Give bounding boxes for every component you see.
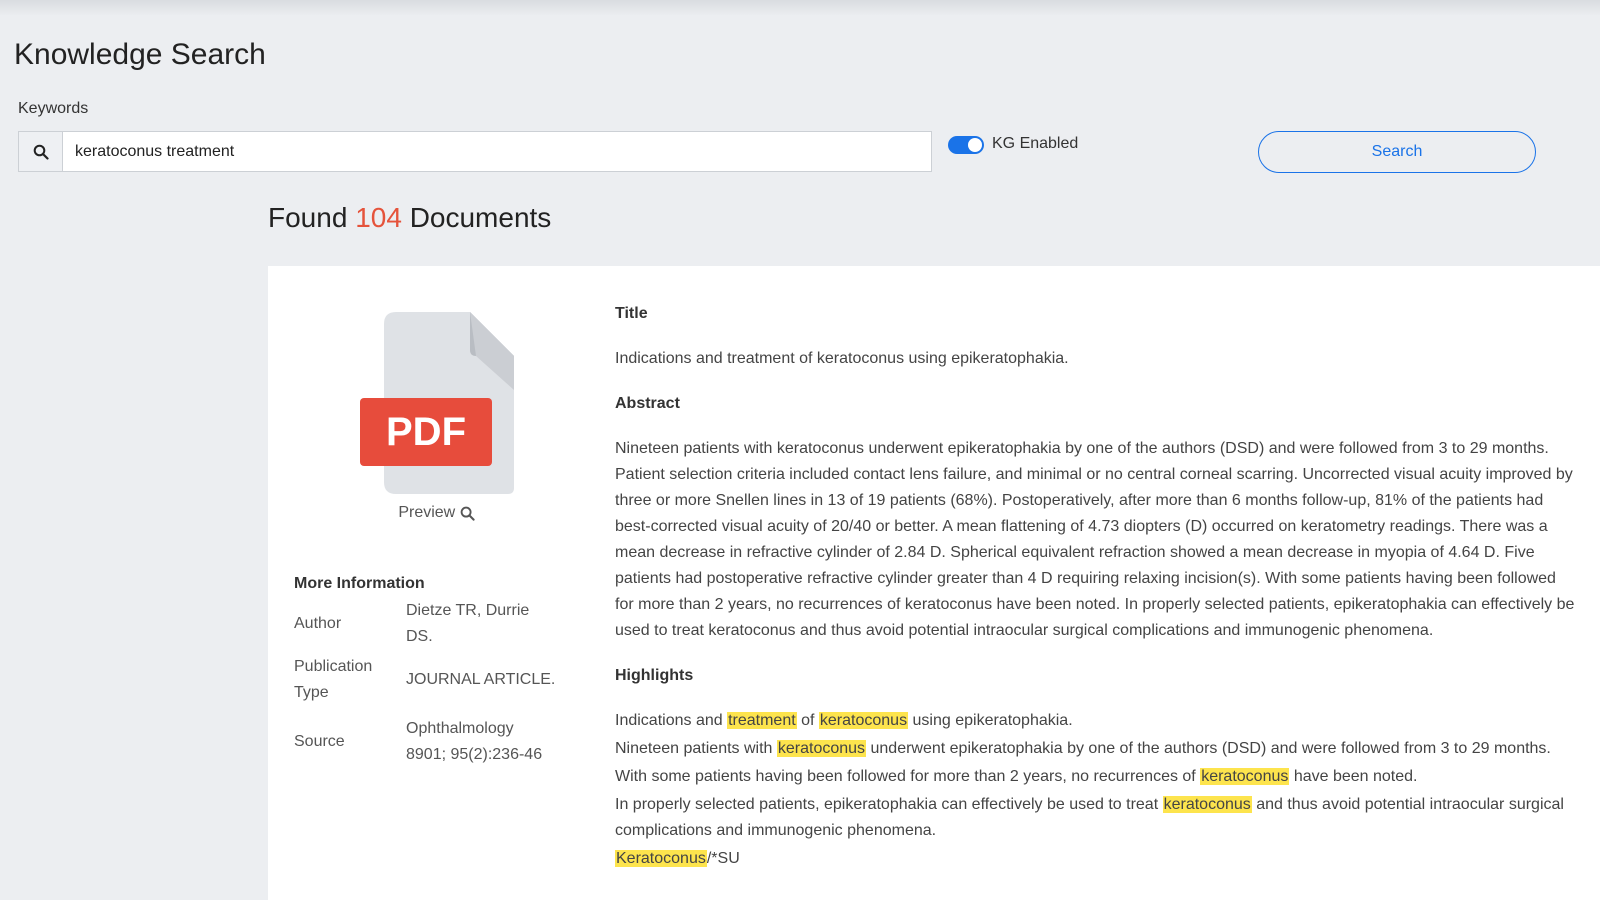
highlight-text: With some patients having been followed … [615, 768, 1201, 785]
preview-label: Preview [398, 504, 456, 521]
pdf-label: PDF [386, 410, 466, 454]
found-suffix: Documents [409, 202, 552, 233]
title-heading: Title [615, 305, 648, 322]
toggle-knob [968, 138, 982, 152]
abstract-heading: Abstract [615, 395, 680, 412]
info-value: Ophthalmology 8901; 95(2):236-46 [406, 720, 543, 763]
search-input[interactable] [63, 132, 931, 171]
highlight-text: of [796, 712, 819, 729]
highlight-text: have been noted. [1289, 768, 1418, 785]
results-count: Found 104 Documents [268, 202, 551, 234]
document-content: Title Indications and treatment of kerat… [615, 302, 1575, 874]
highlight-line: With some patients having been followed … [615, 764, 1575, 790]
highlight-line: Indications and treatment of keratoconus… [615, 708, 1575, 734]
more-info-heading: More Information [294, 575, 425, 592]
highlight-term: keratoconus [1200, 768, 1290, 785]
info-key: Publication Type [294, 658, 373, 701]
highlight-text: /*SU [706, 850, 740, 867]
info-key: Source [294, 733, 345, 750]
info-row: Source Ophthalmology 8901; 95(2):236-46 [294, 706, 556, 768]
abstract-text: Nineteen patients with keratoconus under… [615, 440, 1575, 639]
keywords-label: Keywords [18, 100, 89, 117]
search-icon[interactable] [19, 132, 63, 171]
document-title: Indications and treatment of keratoconus… [615, 350, 1069, 367]
found-count: 104 [355, 202, 402, 233]
highlights-heading: Highlights [615, 667, 694, 684]
more-info-table: Author Dietze TR, Durrie DS. Publication… [294, 598, 556, 768]
highlight-term: keratoconus [1162, 796, 1252, 813]
info-value: Dietze TR, Durrie DS. [406, 602, 530, 645]
highlight-text: Indications and [615, 712, 728, 729]
info-value: JOURNAL ARTICLE. [406, 671, 556, 688]
document-card: PDF Preview More Information Author Diet… [268, 266, 1600, 900]
highlight-term: treatment [727, 712, 797, 729]
highlight-term: Keratoconus [615, 850, 707, 867]
highlight-text: Nineteen patients with [615, 740, 777, 757]
kg-toggle-label: KG Enabled [992, 135, 1079, 152]
highlight-text: using epikeratophakia. [908, 712, 1073, 729]
preview-link[interactable]: Preview [268, 504, 605, 522]
highlight-line: In properly selected patients, epikerato… [615, 792, 1575, 844]
search-box [18, 131, 932, 172]
highlight-line: Keratoconus/*SU [615, 846, 1575, 872]
info-row: Author Dietze TR, Durrie DS. [294, 598, 556, 650]
kg-toggle[interactable] [948, 136, 984, 154]
highlight-term: keratoconus [776, 740, 867, 757]
magnifier-icon [460, 506, 475, 521]
top-shadow [0, 0, 1600, 16]
highlight-text: underwent epikeratophakia by one of the … [866, 740, 1551, 757]
info-key: Author [294, 615, 342, 632]
search-button[interactable]: Search [1258, 131, 1536, 173]
highlights-list: Indications and treatment of keratoconus… [615, 708, 1575, 872]
pdf-file-icon[interactable]: PDF [360, 308, 520, 498]
highlight-term: keratoconus [818, 712, 909, 729]
highlight-text: In properly selected patients, epikerato… [615, 796, 1163, 813]
info-row: Publication Type JOURNAL ARTICLE. [294, 650, 556, 706]
found-prefix: Found [268, 202, 348, 233]
highlight-line: Nineteen patients with keratoconus under… [615, 736, 1575, 762]
page-title: Knowledge Search [14, 38, 266, 71]
